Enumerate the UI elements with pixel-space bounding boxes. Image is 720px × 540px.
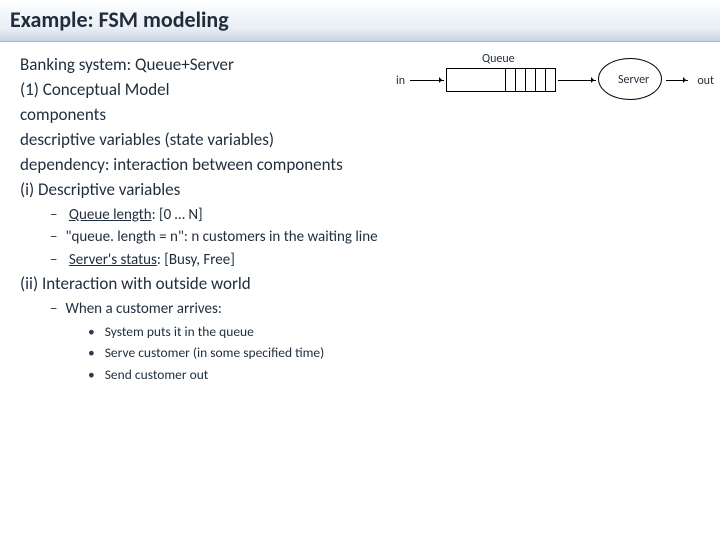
queue-server-diagram: in Queue Server out	[398, 48, 708, 112]
text-line: dependency: interaction between componen…	[20, 154, 720, 177]
bullet: Server's status: [Busy, Free]	[50, 249, 720, 272]
diagram-label-server: Server	[618, 73, 649, 87]
arrow-icon	[410, 80, 444, 81]
text-line: descriptive variables (state variables)	[20, 129, 720, 152]
text: : [0 … N]	[152, 206, 203, 224]
bullet: Queue length: [0 … N]	[50, 204, 720, 227]
diagram-label-queue: Queue	[482, 52, 515, 66]
diagram-label-in: in	[396, 74, 405, 88]
queue-box	[446, 68, 556, 92]
text: : [Busy, Free]	[157, 251, 235, 269]
underlined-text: Queue length	[69, 206, 152, 224]
diagram-label-out: out	[697, 74, 714, 88]
text-line: (ii) Interaction with outside world	[20, 273, 720, 296]
arrow-icon	[666, 80, 688, 81]
text-line: (i) Descriptive variables	[20, 179, 720, 202]
sub-bullet: Send customer out	[88, 364, 720, 386]
arrow-icon	[558, 80, 596, 81]
sub-bullet: Serve customer (in some specified time)	[88, 342, 720, 364]
slide-title: Example: FSM modeling	[0, 0, 720, 42]
bullet: When a customer arrives:	[50, 298, 720, 321]
bullet: "queue. length = n": n customers in the …	[50, 226, 720, 249]
underlined-text: Server's status	[69, 251, 157, 269]
sub-bullet: System puts it in the queue	[88, 321, 720, 343]
